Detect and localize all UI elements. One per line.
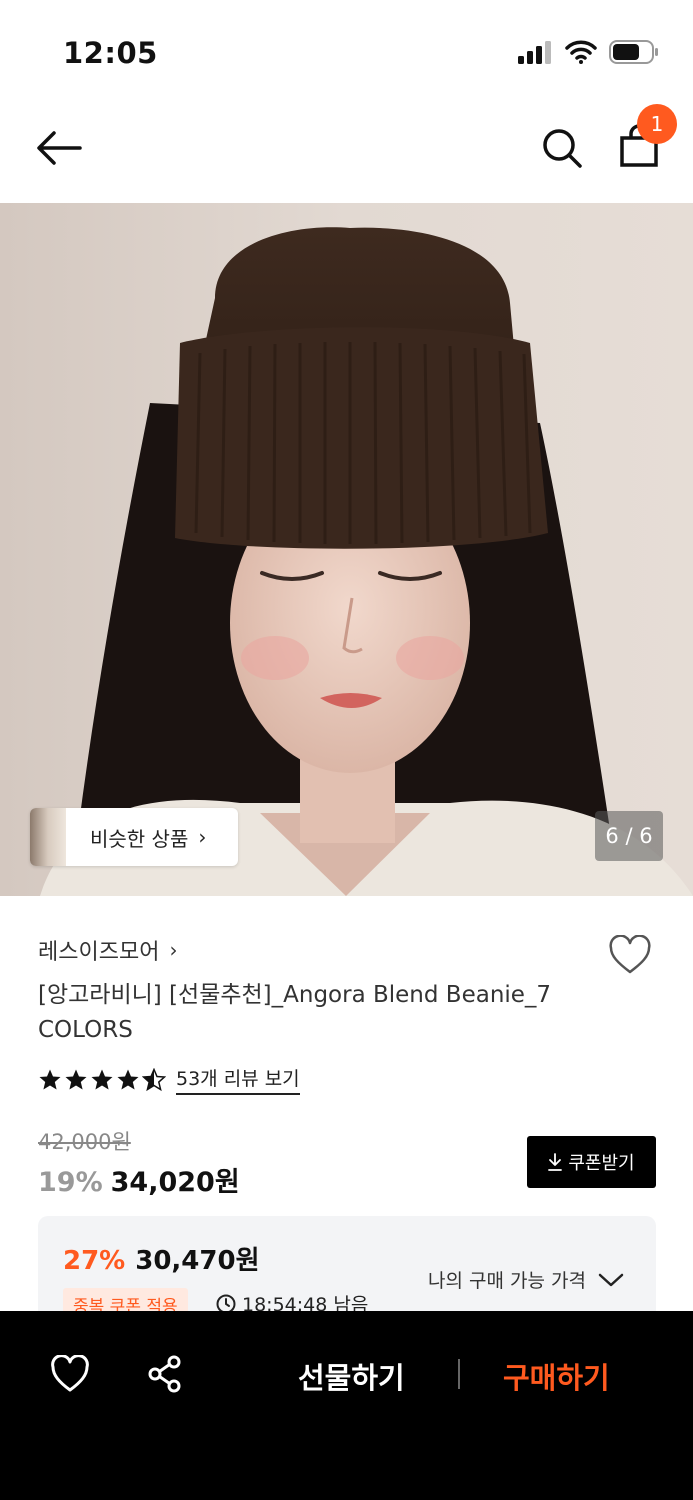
star-rating xyxy=(38,1067,166,1092)
download-coupon-button[interactable]: 쿠폰받기 xyxy=(527,1136,656,1188)
brand-name: 레스이즈모어 xyxy=(38,940,160,965)
best-price-value: 30,470원 xyxy=(135,1246,260,1276)
battery-icon xyxy=(609,40,658,64)
search-icon[interactable] xyxy=(540,126,584,170)
star-icon xyxy=(117,1069,139,1089)
price-row: 19% 34,020원 xyxy=(38,1160,240,1199)
star-icon xyxy=(91,1069,113,1089)
image-page-counter: 6 / 6 xyxy=(595,811,663,861)
status-time: 12:05 xyxy=(63,36,158,70)
chevron-right-icon: › xyxy=(198,825,207,849)
coupon-button-label: 쿠폰받기 xyxy=(568,1153,635,1174)
best-price-row: 27% 30,470원 xyxy=(63,1240,260,1277)
original-price: 42,000원 xyxy=(38,1130,131,1154)
bottom-action-bar: 선물하기 구매하기 xyxy=(0,1311,693,1500)
product-title: [앙고라비니] [선물추천]_Angora Blend Beanie_7 COL… xyxy=(38,982,552,1043)
half-star-icon xyxy=(142,1067,166,1091)
reviews-link[interactable]: 53개 리뷰 보기 xyxy=(176,1064,300,1095)
model-photo xyxy=(0,203,693,896)
cart-count-badge: 1 xyxy=(637,104,677,144)
top-nav xyxy=(0,100,693,203)
similar-products-button[interactable]: 비슷한 상품 › xyxy=(30,808,238,866)
chevron-right-icon: › xyxy=(169,938,178,962)
best-discount-percent: 27% xyxy=(63,1246,126,1276)
like-heart-icon[interactable] xyxy=(50,1355,90,1393)
signal-icon xyxy=(518,41,551,64)
star-icon xyxy=(39,1069,61,1089)
my-price-toggle[interactable]: 나의 구매 가능 가격 xyxy=(428,1266,624,1293)
back-arrow-icon[interactable] xyxy=(34,128,84,168)
product-image[interactable] xyxy=(0,203,693,896)
buy-button[interactable]: 구매하기 xyxy=(503,1355,610,1397)
sale-price: 34,020원 xyxy=(110,1167,240,1198)
divider xyxy=(458,1359,460,1389)
similar-product-thumbnail xyxy=(30,808,66,866)
share-icon[interactable] xyxy=(147,1355,183,1393)
rating-row: 53개 리뷰 보기 xyxy=(38,1064,300,1095)
my-price-label: 나의 구매 가능 가격 xyxy=(428,1270,586,1292)
download-icon xyxy=(548,1153,563,1171)
brand-link[interactable]: 레스이즈모어 › xyxy=(38,934,177,966)
similar-products-label: 비슷한 상품 xyxy=(90,826,189,851)
gift-button[interactable]: 선물하기 xyxy=(298,1355,405,1397)
status-bar: 12:05 xyxy=(0,0,693,100)
discount-percent: 19% xyxy=(38,1167,103,1198)
status-icons xyxy=(517,40,659,64)
star-icon xyxy=(65,1069,87,1089)
wifi-icon xyxy=(565,40,597,64)
wishlist-heart-icon[interactable] xyxy=(608,935,652,975)
chevron-down-icon xyxy=(598,1273,624,1286)
